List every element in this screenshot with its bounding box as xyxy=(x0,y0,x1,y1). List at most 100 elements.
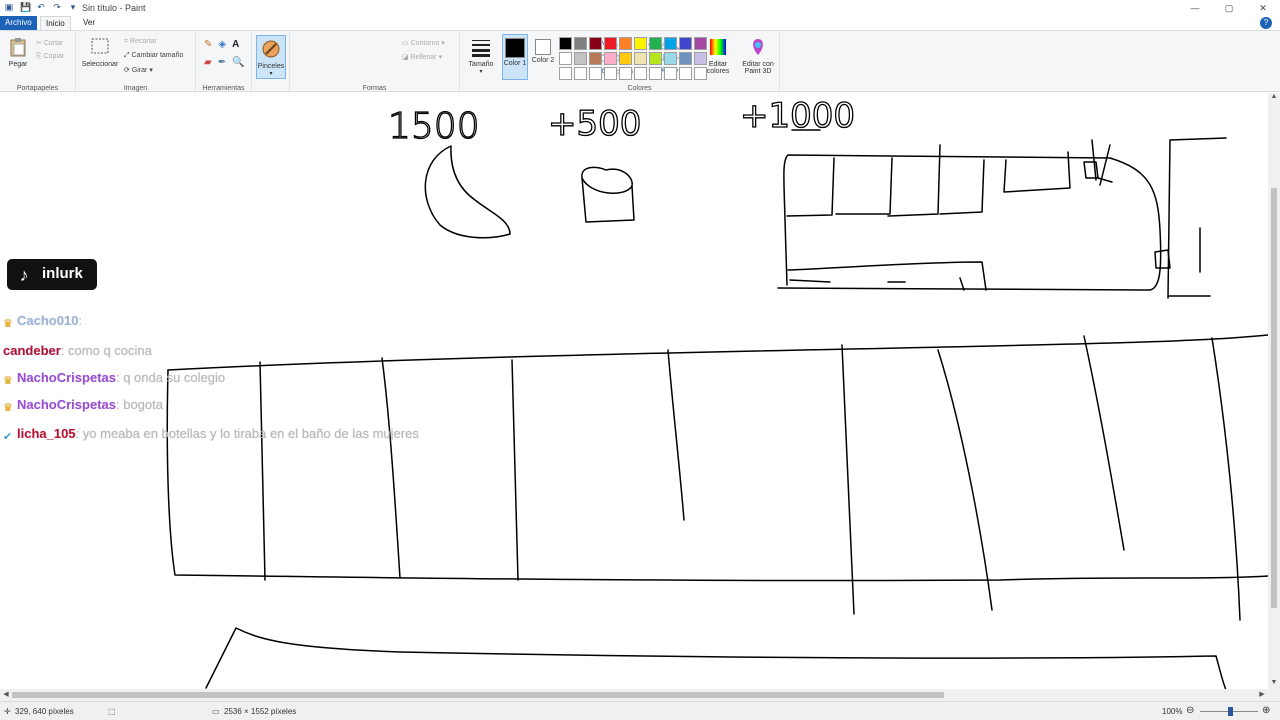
color-picker-icon[interactable]: ✒ xyxy=(218,57,232,68)
croissant-sketch xyxy=(424,145,511,239)
palette-swatch[interactable] xyxy=(604,52,617,65)
vertical-scroll-thumb[interactable] xyxy=(1271,188,1277,608)
palette-swatch[interactable] xyxy=(664,67,677,80)
color1-label: Color 1 xyxy=(503,60,527,67)
palette-swatch[interactable] xyxy=(604,37,617,50)
palette-swatch[interactable] xyxy=(589,67,602,80)
chat-separator: : xyxy=(78,313,83,328)
palette-swatch[interactable] xyxy=(589,52,602,65)
tab-file[interactable]: Archivo xyxy=(0,16,37,30)
zoom-out-button[interactable]: ⊖ xyxy=(1186,705,1194,716)
vertical-scrollbar[interactable]: ▲ ▼ xyxy=(1268,93,1280,689)
palette-swatch[interactable] xyxy=(649,52,662,65)
zoom-slider-thumb[interactable] xyxy=(1228,707,1233,716)
edit-colors-button[interactable]: Editar colores xyxy=(704,37,732,75)
fill-icon[interactable]: ◈ xyxy=(218,39,232,50)
palette-swatch[interactable] xyxy=(634,37,647,50)
zoom-in-button[interactable]: ⊕ xyxy=(1262,705,1270,716)
scroll-up-icon[interactable]: ▲ xyxy=(1268,93,1280,103)
redo-icon[interactable]: ↷ xyxy=(52,2,62,12)
palette-swatch[interactable] xyxy=(574,67,587,80)
undo-icon[interactable]: ↶ xyxy=(36,2,46,12)
color2-swatch xyxy=(535,39,551,55)
rotate-button[interactable]: ⟳ Girar ▾ xyxy=(124,66,153,74)
clipboard-group: Pegar ✂ Cortar ⎘ Copiar Portapapeles xyxy=(0,31,76,93)
shelf-sketch xyxy=(166,334,1268,621)
palette-swatch[interactable] xyxy=(574,52,587,65)
chat-text: q onda su colegio xyxy=(123,370,226,385)
resize-label: Cambiar tamaño xyxy=(131,52,184,59)
minimize-button[interactable]: — xyxy=(1178,0,1212,16)
palette-swatch[interactable] xyxy=(664,52,677,65)
cursor-position-icon: ✛ xyxy=(4,707,11,716)
verified-badge-icon: ✔ xyxy=(3,430,13,443)
paste-label: Pegar xyxy=(8,61,28,68)
tab-home[interactable]: Inicio xyxy=(40,16,71,30)
text-icon[interactable]: A xyxy=(232,39,245,50)
magnifier-icon[interactable]: 🔍 xyxy=(232,57,250,68)
copy-button[interactable]: ⎘ Copiar xyxy=(36,53,64,61)
crop-button[interactable]: ⌗ Recortar xyxy=(124,38,157,46)
palette-swatch[interactable] xyxy=(559,67,572,80)
horizontal-scrollbar[interactable]: ◀ ▶ xyxy=(0,689,1280,701)
paste-icon xyxy=(10,38,26,57)
size-group: Tamaño ▾ xyxy=(460,31,500,93)
palette-swatch[interactable] xyxy=(574,37,587,50)
palette-swatch[interactable] xyxy=(589,37,602,50)
close-button[interactable]: ✕ xyxy=(1246,0,1280,16)
select-label: Seleccionar xyxy=(81,61,119,68)
palette-swatch[interactable] xyxy=(619,37,632,50)
color1-button[interactable]: Color 1 xyxy=(502,34,528,80)
tools-group-label: Herramientas xyxy=(202,85,245,92)
tiktok-badge: ♪ inlurk xyxy=(7,259,97,290)
palette-swatch[interactable] xyxy=(649,67,662,80)
scroll-left-icon[interactable]: ◀ xyxy=(0,689,12,701)
save-icon[interactable]: 💾 xyxy=(20,2,31,12)
brushes-button[interactable]: Pinceles ▾ xyxy=(256,35,286,79)
size-label: Tamaño xyxy=(468,61,494,68)
pencil-icon[interactable]: ✎ xyxy=(204,39,218,50)
select-button[interactable]: Seleccionar xyxy=(80,37,120,68)
size-dropdown-icon: ▾ xyxy=(479,69,483,75)
edit-colors-label: Editar colores xyxy=(706,61,730,75)
price-plus-1000: +1000 xyxy=(740,96,855,136)
color2-button[interactable]: Color 2 xyxy=(530,34,556,80)
paint3d-button[interactable]: Editar con Paint 3D xyxy=(738,37,778,75)
palette-swatch[interactable] xyxy=(679,67,692,80)
palette-swatch[interactable] xyxy=(649,37,662,50)
chat-username: licha_105 xyxy=(17,426,76,441)
drawing-canvas[interactable]: 1500 +500 +1000 xyxy=(0,93,1268,689)
scroll-right-icon[interactable]: ▶ xyxy=(1256,689,1268,701)
crown-badge-icon: ♛ xyxy=(3,401,13,414)
palette-swatch[interactable] xyxy=(679,37,692,50)
palette-swatch[interactable] xyxy=(634,52,647,65)
fill-shape-button[interactable]: ◪ Rellenar ▾ xyxy=(402,53,442,61)
chat-text: yo meaba en botellas y lo tiraba en el b… xyxy=(82,426,419,441)
palette-swatch[interactable] xyxy=(634,67,647,80)
cut-button[interactable]: ✂ Cortar xyxy=(36,39,63,47)
palette-swatch[interactable] xyxy=(619,67,632,80)
resize-button[interactable]: ⤢ Cambiar tamaño xyxy=(124,52,183,60)
horizontal-scroll-thumb[interactable] xyxy=(12,692,944,698)
chat-message: ♛ NachoCrispetas: bogota xyxy=(3,397,163,414)
size-button[interactable]: Tamaño ▾ xyxy=(466,37,496,75)
tab-view[interactable]: Ver xyxy=(78,16,100,30)
customize-dropdown-icon[interactable]: ▾ xyxy=(68,2,78,12)
eraser-icon[interactable]: ▰ xyxy=(204,57,218,68)
fill-label: Rellenar xyxy=(410,54,437,61)
color-palette[interactable] xyxy=(559,37,709,82)
palette-swatch[interactable] xyxy=(679,52,692,65)
crown-badge-icon: ♛ xyxy=(3,374,13,387)
outline-button[interactable]: ▭ Contorno ▾ xyxy=(402,39,445,47)
palette-swatch[interactable] xyxy=(664,37,677,50)
palette-swatch[interactable] xyxy=(604,67,617,80)
palette-swatch[interactable] xyxy=(619,52,632,65)
palette-swatch[interactable] xyxy=(559,52,572,65)
help-button[interactable]: ? xyxy=(1260,17,1272,29)
paste-button[interactable]: Pegar xyxy=(6,37,30,68)
window-title: Sin título - Paint xyxy=(82,3,146,13)
scroll-down-icon[interactable]: ▼ xyxy=(1268,679,1280,689)
maximize-button[interactable]: ▢ xyxy=(1212,0,1246,16)
palette-swatch[interactable] xyxy=(559,37,572,50)
chat-message: candeber: como q cocina xyxy=(3,343,152,358)
